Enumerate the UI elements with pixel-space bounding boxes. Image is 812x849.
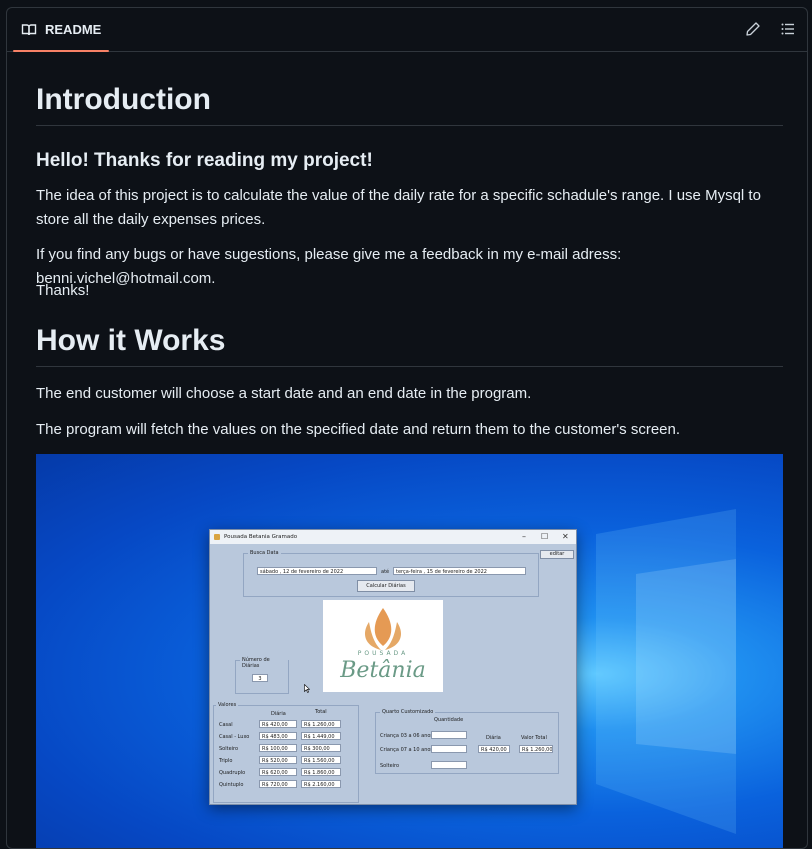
col-diaria-header: Diária <box>271 711 286 717</box>
app-title: Pousada Betania Gramado <box>224 534 298 540</box>
room-name: Triplo <box>219 758 233 764</box>
pousada-logo: POUSADA Betânia <box>323 600 443 692</box>
tab-readme-label: README <box>45 22 102 37</box>
quarto-customizado-title: Quarto Customizado <box>380 709 436 715</box>
readme-panel: README Introduction Hello! Thanks for re… <box>6 7 808 849</box>
numero-diarias-field[interactable]: 3 <box>252 674 268 682</box>
valores-group: Valores Diária Total Casal R$ 420,00 R$ … <box>213 702 359 803</box>
crianca-0-6-label: Criança 03 a 06 anos <box>380 733 434 739</box>
paragraph-idea: The idea of this project is to calculate… <box>36 187 761 228</box>
paragraph-choose-dates: The end customer will choose a start dat… <box>36 385 532 402</box>
room-name: Casal - Luxo <box>219 734 250 740</box>
editar-button[interactable]: editar <box>540 550 574 559</box>
heading-how-it-works: How it Works <box>36 324 783 367</box>
pencil-icon[interactable] <box>745 21 761 37</box>
room-diaria-field[interactable]: R$ 100,00 <box>259 744 297 752</box>
logo-betania-text: Betânia <box>340 658 426 683</box>
solteiro-field[interactable] <box>431 761 467 769</box>
room-total-field[interactable]: R$ 2.160,00 <box>301 780 341 788</box>
heading-introduction: Introduction <box>36 83 783 126</box>
tab-active-indicator <box>13 50 110 52</box>
crianca-0-6-field[interactable] <box>431 731 467 739</box>
numero-diarias-title: Número de Diárias <box>240 657 288 669</box>
close-icon[interactable]: ✕ <box>562 532 569 541</box>
readme-header: README <box>7 8 807 52</box>
mouse-cursor-icon <box>304 684 310 693</box>
room-total-field[interactable]: R$ 1.449,00 <box>301 732 341 740</box>
custom-diaria-field[interactable]: R$ 420,00 <box>478 745 510 753</box>
room-total-field[interactable]: R$ 1.560,00 <box>301 756 341 764</box>
app-titlebar: Pousada Betania Gramado – ☐ ✕ <box>210 530 576 544</box>
end-date-picker[interactable]: terça-feira , 15 de fevereiro de 2022 <box>393 567 526 575</box>
paragraph-fetch-values: The program will fetch the values on the… <box>36 421 681 438</box>
room-name: Solteiro <box>219 746 239 752</box>
room-diaria-field[interactable]: R$ 483,00 <box>259 732 297 740</box>
room-name: Casal <box>219 722 233 728</box>
app-screenshot: Pousada Betania Gramado – ☐ ✕ Busca Data… <box>36 454 783 848</box>
solteiro-label: Solteiro <box>380 763 400 769</box>
maximize-icon[interactable]: ☐ <box>541 532 548 541</box>
room-diaria-field[interactable]: R$ 720,00 <box>259 780 297 788</box>
quarto-customizado-group: Quarto Customizado Quantidade Criança 03… <box>375 709 559 774</box>
ate-label: até <box>381 569 390 575</box>
custom-total-label: Valor Total <box>521 735 547 741</box>
custom-diaria-label: Diária <box>486 735 501 741</box>
calcular-diarias-button[interactable]: Calcular Diárias <box>357 580 415 592</box>
room-diaria-field[interactable]: R$ 520,00 <box>259 756 297 764</box>
room-total-field[interactable]: R$ 300,00 <box>301 744 341 752</box>
quantidade-label: Quantidade <box>434 717 464 723</box>
paragraph-feedback: If you find any bugs or have sugestions,… <box>36 246 622 287</box>
valores-title: Valores <box>216 702 239 708</box>
tab-readme[interactable]: README <box>13 8 110 52</box>
app-window: Pousada Betania Gramado – ☐ ✕ Busca Data… <box>209 529 577 805</box>
start-date-picker[interactable]: sábado , 12 de fevereiro de 2022 <box>257 567 377 575</box>
room-name: Quadruplo <box>219 770 246 776</box>
col-total-header: Total <box>315 709 327 715</box>
crianca-7-10-label: Criança 07 a 10 anos <box>380 747 434 753</box>
app-icon <box>214 534 220 540</box>
room-total-field[interactable]: R$ 1.860,00 <box>301 768 341 776</box>
heading-hello: Hello! Thanks for reading my project! <box>36 150 373 171</box>
custom-total-field[interactable]: R$ 1.260,00 <box>519 745 553 753</box>
minimize-icon[interactable]: – <box>522 532 526 541</box>
book-icon <box>21 23 37 35</box>
busca-data-title: Busca Data <box>248 550 281 556</box>
room-name: Quintuplo <box>219 782 244 788</box>
crianca-7-10-field[interactable] <box>431 745 467 753</box>
numero-diarias-group: Número de Diárias 3 <box>235 657 289 694</box>
paragraph-thanks: Thanks! <box>36 282 90 299</box>
outline-list-icon[interactable] <box>780 21 796 37</box>
room-diaria-field[interactable]: R$ 420,00 <box>259 720 297 728</box>
logo-pousada-text: POUSADA <box>357 650 409 657</box>
busca-data-group: Busca Data sábado , 12 de fevereiro de 2… <box>243 550 539 597</box>
room-total-field[interactable]: R$ 1.260,00 <box>301 720 341 728</box>
room-diaria-field[interactable]: R$ 620,00 <box>259 768 297 776</box>
